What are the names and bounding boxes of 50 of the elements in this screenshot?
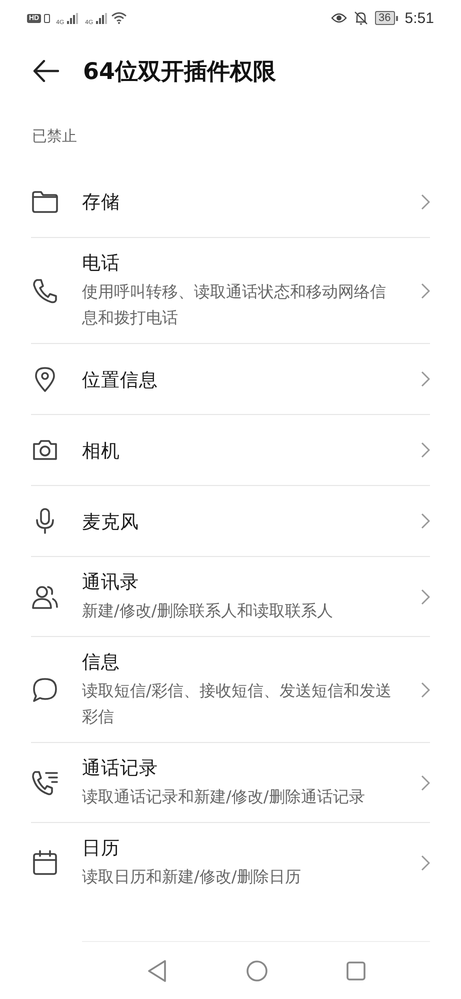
eye-icon [330, 12, 347, 24]
chevron-right-icon [421, 282, 430, 298]
call-log-icon [31, 768, 59, 796]
section-header: 已禁止 [32, 126, 77, 146]
signal-icon [96, 12, 108, 24]
chevron-right-icon [421, 588, 430, 604]
home-icon[interactable] [246, 960, 268, 982]
permission-description: 读取通话记录和新建/修改/删除通话记录 [82, 786, 366, 808]
permission-title: 信息 [82, 651, 121, 674]
permission-item[interactable]: 位置信息 [31, 343, 430, 414]
chevron-right-icon [421, 854, 430, 870]
permission-title: 通话记录 [82, 757, 159, 780]
wifi-icon [111, 12, 128, 24]
calendar-icon [31, 848, 59, 876]
permission-title: 麦克风 [82, 510, 140, 534]
permission-item[interactable]: 信息 读取短信/彩信、接收短信、发送短信和发送彩信 [31, 636, 430, 742]
permission-item[interactable]: 通话记录 读取通话记录和新建/修改/删除通话记录 [31, 742, 430, 822]
phone-icon [31, 276, 59, 304]
permission-title: 日历 [82, 837, 121, 860]
chevron-right-icon [421, 442, 430, 458]
permission-item[interactable]: 相机 [31, 414, 430, 485]
back-icon[interactable] [146, 958, 168, 982]
permission-item[interactable]: 通讯录 新建/修改/删除联系人和读取联系人 [31, 556, 430, 636]
permission-title: 通讯录 [82, 571, 140, 594]
chevron-right-icon [421, 194, 430, 210]
permission-description: 读取短信/彩信、接收短信、发送短信和发送彩信 [82, 680, 392, 728]
permission-title: 相机 [82, 440, 121, 462]
permission-title: 位置信息 [82, 368, 159, 392]
chevron-right-icon [421, 682, 430, 698]
back-arrow-icon[interactable] [33, 60, 59, 82]
page-title: 64位双开插件权限 [83, 58, 276, 86]
permission-item[interactable]: 日历 读取日历和新建/修改/删除日历 [31, 822, 430, 902]
permission-description: 读取日历和新建/修改/删除日历 [82, 866, 302, 888]
sim-icon [44, 14, 50, 22]
clock: 5:51 [404, 10, 434, 26]
chevron-right-icon [421, 371, 430, 387]
permission-description: 新建/修改/删除联系人和读取联系人 [82, 600, 334, 622]
permission-title: 存储 [82, 191, 121, 214]
permission-description: 使用呼叫转移、读取通话状态和移动网络信息和拨打电话 [82, 281, 387, 329]
permission-item[interactable]: 存储 [31, 166, 430, 237]
signal-icon [67, 12, 80, 24]
battery-level: 36 [374, 11, 395, 25]
chat-bubble-icon [31, 676, 59, 704]
chevron-right-icon [421, 513, 430, 529]
muted-bell-icon [354, 11, 368, 25]
permission-item[interactable]: 电话 使用呼叫转移、读取通话状态和移动网络信息和拨打电话 [31, 237, 430, 343]
permission-item[interactable]: 麦克风 [31, 485, 430, 556]
chevron-right-icon [421, 774, 430, 790]
recents-icon[interactable] [346, 960, 366, 980]
permission-title: 电话 [82, 252, 121, 275]
